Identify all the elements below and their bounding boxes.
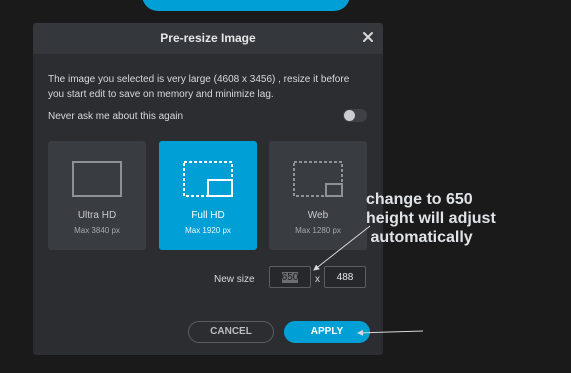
option-sublabel: Max 1280 px bbox=[295, 226, 341, 235]
option-web[interactable]: Web Max 1280 px bbox=[269, 141, 367, 250]
cancel-button[interactable]: CANCEL bbox=[188, 321, 274, 343]
dialog-header: Pre-resize Image bbox=[33, 23, 383, 54]
dialog-title: Pre-resize Image bbox=[160, 31, 256, 45]
dialog-description: The image you selected is very large (46… bbox=[48, 74, 350, 100]
option-label: Web bbox=[307, 210, 329, 221]
toggle-knob bbox=[344, 110, 355, 121]
resize-icon bbox=[183, 161, 233, 197]
annotation-line: height will adjust bbox=[366, 210, 496, 227]
annotation-line: automatically bbox=[366, 229, 473, 246]
annotation-text: change to 650 height will adjust automat… bbox=[366, 190, 566, 247]
height-input[interactable] bbox=[324, 266, 366, 288]
option-ultra-hd[interactable]: Ultra HD Max 3840 px bbox=[48, 141, 146, 250]
option-sublabel: Max 1920 px bbox=[185, 226, 231, 235]
monitor-icon bbox=[72, 161, 122, 197]
option-label: Full HD bbox=[191, 210, 225, 221]
width-input[interactable] bbox=[269, 266, 311, 288]
option-label: Ultra HD bbox=[77, 210, 117, 221]
never-ask-label: Never ask me about this again bbox=[48, 111, 184, 122]
option-sublabel: Max 3840 px bbox=[74, 226, 120, 235]
pre-resize-dialog: Pre-resize Image The image you selected … bbox=[33, 23, 383, 355]
annotation-line: change to 650 bbox=[366, 191, 473, 208]
close-icon[interactable] bbox=[362, 31, 374, 43]
top-accent-tab bbox=[142, 0, 350, 11]
resize-small-icon bbox=[293, 161, 343, 197]
apply-button[interactable]: APPLY bbox=[284, 321, 370, 343]
never-ask-toggle[interactable] bbox=[343, 109, 367, 122]
size-separator: x bbox=[315, 274, 320, 285]
new-size-label: New size bbox=[214, 274, 255, 285]
option-full-hd[interactable]: Full HD Max 1920 px bbox=[159, 141, 257, 250]
